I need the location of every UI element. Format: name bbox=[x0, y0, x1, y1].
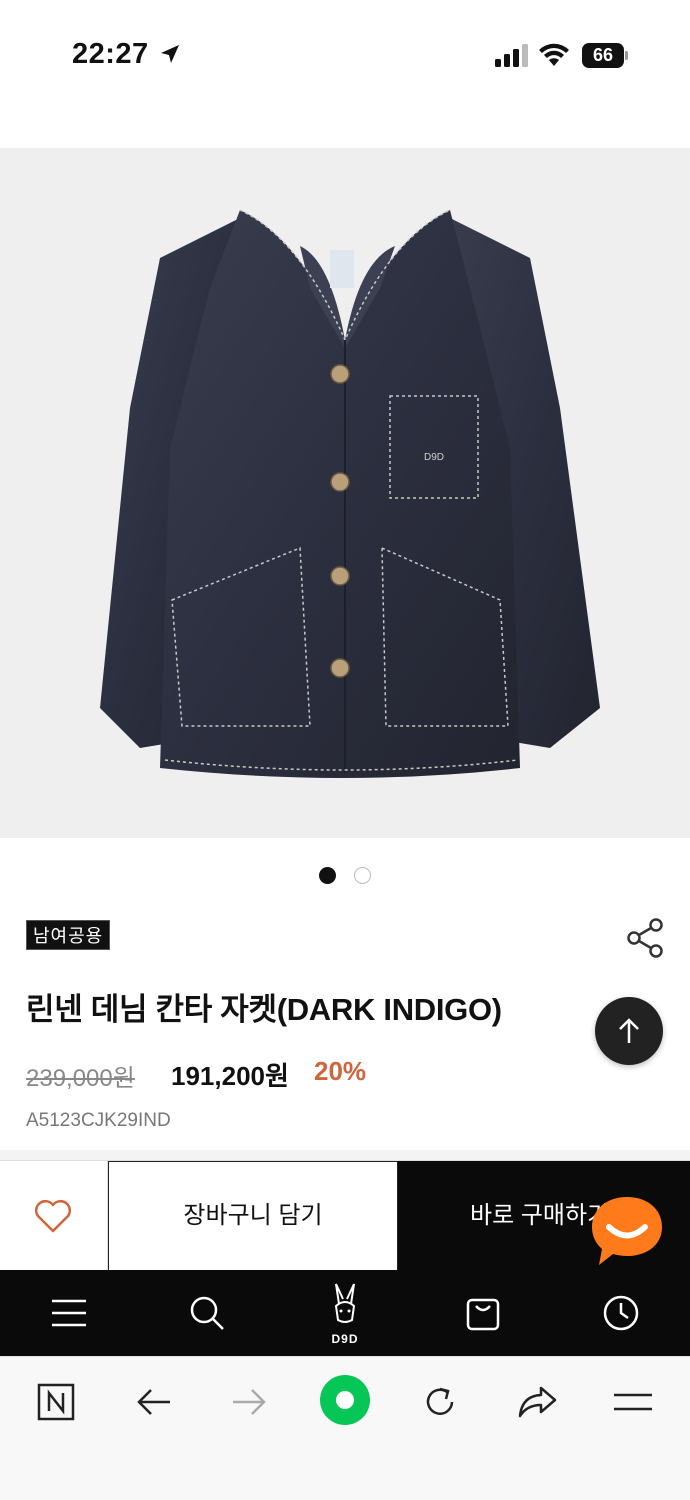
product-image[interactable]: D9D bbox=[0, 148, 690, 838]
status-bar: 22:27 66 bbox=[0, 0, 690, 110]
recent-view-button[interactable] bbox=[591, 1270, 651, 1356]
browser-toolbar bbox=[0, 1356, 690, 1500]
cart-nav-button[interactable] bbox=[453, 1270, 513, 1356]
brand-logo-text: D9D bbox=[331, 1332, 359, 1346]
brand-home-button[interactable]: D9D bbox=[315, 1270, 375, 1356]
back-button[interactable] bbox=[129, 1377, 179, 1427]
product-code: A5123CJK29IND bbox=[26, 1110, 171, 1131]
gender-tag: 남여공용 bbox=[26, 920, 111, 950]
forward-arrow-icon bbox=[233, 1389, 266, 1415]
pager-dot[interactable] bbox=[354, 867, 371, 884]
wifi-icon bbox=[539, 43, 569, 66]
jacket-illustration: D9D bbox=[0, 148, 690, 838]
image-pager bbox=[0, 867, 690, 887]
reload-icon bbox=[426, 1387, 454, 1415]
original-price: 239,000원 bbox=[26, 1065, 135, 1092]
search-icon bbox=[190, 1296, 224, 1330]
cellular-signal-icon bbox=[495, 44, 528, 67]
shopping-bag-icon bbox=[466, 1298, 500, 1331]
rabbit-logo-icon bbox=[334, 1283, 356, 1324]
forward-button[interactable] bbox=[224, 1377, 274, 1427]
menu-icon bbox=[52, 1299, 86, 1327]
chat-icon[interactable] bbox=[589, 1194, 665, 1268]
location-arrow-icon bbox=[161, 45, 179, 63]
svg-text:D9D: D9D bbox=[424, 452, 444, 463]
green-home-icon bbox=[320, 1375, 370, 1425]
browser-menu-button[interactable] bbox=[608, 1377, 658, 1427]
battery-level: 66 bbox=[582, 43, 624, 68]
product-title: 린넨 데님 칸타 자켓(DARK INDIGO) bbox=[26, 992, 502, 1027]
naver-n-icon bbox=[37, 1383, 75, 1421]
sale-price: 191,200원 bbox=[171, 1061, 289, 1091]
purchase-action-bar: 장바구니 담기 바로 구매하기 bbox=[0, 1160, 690, 1271]
reload-button[interactable] bbox=[415, 1377, 465, 1427]
share-icon[interactable] bbox=[625, 917, 665, 959]
scroll-top-button[interactable] bbox=[595, 997, 663, 1065]
heart-icon bbox=[35, 1200, 71, 1233]
green-home-button[interactable] bbox=[319, 1374, 371, 1426]
clock-icon bbox=[603, 1295, 639, 1331]
app-bottom-nav: D9D bbox=[0, 1270, 690, 1356]
add-to-cart-button[interactable]: 장바구니 담기 bbox=[108, 1161, 398, 1271]
share-page-button[interactable] bbox=[512, 1377, 562, 1427]
share-arrow-icon bbox=[518, 1386, 557, 1418]
wishlist-button[interactable] bbox=[0, 1161, 108, 1271]
menu-icon bbox=[614, 1393, 652, 1411]
naver-button[interactable] bbox=[31, 1377, 81, 1427]
arrow-up-icon bbox=[619, 1018, 639, 1043]
menu-button[interactable] bbox=[39, 1270, 99, 1356]
battery-indicator: 66 bbox=[582, 43, 628, 68]
status-time: 22:27 bbox=[72, 38, 149, 70]
discount-rate: 20% bbox=[314, 1056, 367, 1086]
pager-dot-active[interactable] bbox=[319, 867, 336, 884]
back-arrow-icon bbox=[137, 1389, 170, 1415]
search-button[interactable] bbox=[177, 1270, 237, 1356]
